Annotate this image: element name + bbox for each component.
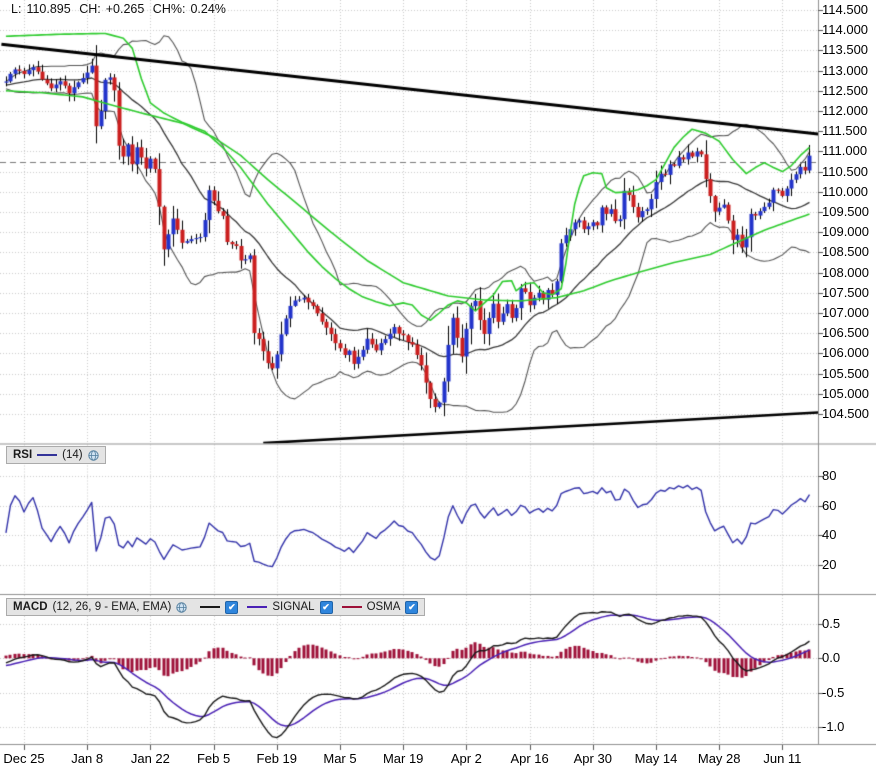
price-axis-label: 110.000 xyxy=(822,183,869,199)
date-axis-label: Jan 22 xyxy=(130,751,170,766)
date-axis-label: Mar 5 xyxy=(323,751,357,766)
change-label: CH: xyxy=(79,2,101,16)
price-axis-label: 108.500 xyxy=(822,244,869,260)
rsi-params: (14) xyxy=(62,449,83,461)
date-axis-label: Jan 8 xyxy=(71,751,104,766)
macd-title: MACD xyxy=(13,601,48,613)
osma-label: OSMA xyxy=(366,601,401,613)
rsi-axis-label: 80 xyxy=(822,468,837,483)
rsi-indicator-header[interactable]: RSI (14) xyxy=(6,446,106,464)
price-axis-label: 106.000 xyxy=(822,345,869,361)
date-axis-label: Dec 25 xyxy=(3,751,45,766)
rsi-axis-label: 20 xyxy=(822,556,837,572)
price-axis-label: 111.000 xyxy=(822,143,868,159)
price-axis-label: 105.000 xyxy=(822,385,869,401)
date-axis-label: Apr 30 xyxy=(573,751,612,766)
macd-axis-label: 0.0 xyxy=(822,650,841,666)
date-axis-label: Jun 11 xyxy=(763,751,802,766)
macd-indicator-header[interactable]: MACD (12, 26, 9 - EMA, EMA) ✔ SIGNAL ✔ O… xyxy=(6,598,426,616)
price-axis-label: 105.500 xyxy=(822,365,869,381)
price-axis-label: 107.000 xyxy=(822,305,869,320)
macd-axis-label: -0.5 xyxy=(822,684,845,700)
price-axis-label: 114.000 xyxy=(822,22,869,38)
date-axis-label: May 14 xyxy=(634,751,678,766)
last-price-label: L: xyxy=(11,2,22,16)
rsi-line-swatch xyxy=(37,454,58,456)
rsi-axis-label: 60 xyxy=(822,497,837,513)
macd-line-swatch xyxy=(200,606,221,608)
date-axis-label: Apr 2 xyxy=(450,751,482,766)
quote-summary: L: 110.895 CH: +0.265 CH%: 0.24% xyxy=(11,2,231,16)
signal-line-swatch xyxy=(247,606,268,608)
date-axis-label: Feb 5 xyxy=(196,751,231,766)
osma-checkbox[interactable]: ✔ xyxy=(405,600,419,614)
change-pct-label: CH%: xyxy=(152,2,186,16)
price-axis-label: 109.500 xyxy=(822,204,869,219)
macd-axis-label: 0.5 xyxy=(822,616,841,631)
rsi-settings-globe-icon[interactable] xyxy=(87,449,99,461)
price-axis-label: 108.000 xyxy=(822,264,869,280)
chart-canvas[interactable] xyxy=(0,0,876,771)
trading-chart-window: L: 110.895 CH: +0.265 CH%: 0.24% RSI (14) M… xyxy=(0,0,876,771)
price-axis-label: 113.000 xyxy=(822,62,869,78)
macd-settings-globe-icon[interactable] xyxy=(176,601,188,613)
date-axis-label: Mar 19 xyxy=(382,751,424,766)
last-price-value: 110.895 xyxy=(26,2,71,16)
osma-line-swatch xyxy=(341,606,362,608)
price-axis-label: 113.500 xyxy=(822,42,869,58)
macd-line-checkbox[interactable]: ✔ xyxy=(225,600,239,614)
change-pct-value: 0.24% xyxy=(190,2,226,16)
date-axis-label: May 28 xyxy=(697,751,741,766)
date-axis-label: Feb 19 xyxy=(256,751,298,766)
change-value: +0.265 xyxy=(105,2,145,16)
price-axis-label: 111.500 xyxy=(822,123,868,139)
rsi-axis-label: 40 xyxy=(822,527,837,543)
price-axis-label: 109.000 xyxy=(822,224,869,240)
price-axis-label: 107.500 xyxy=(822,284,869,300)
rsi-title: RSI xyxy=(13,449,33,461)
signal-label: SIGNAL xyxy=(272,601,315,613)
signal-checkbox[interactable]: ✔ xyxy=(319,600,333,614)
date-axis-label: Apr 16 xyxy=(510,751,549,766)
price-axis-label: 112.000 xyxy=(822,103,869,118)
macd-params: (12, 26, 9 - EMA, EMA) xyxy=(52,601,172,613)
price-axis-label: 110.500 xyxy=(822,163,869,179)
macd-axis-label: -1.0 xyxy=(822,718,845,734)
price-axis-label: 106.500 xyxy=(822,325,869,341)
price-axis-label: 104.500 xyxy=(822,406,869,421)
price-axis-label: 114.500 xyxy=(822,2,869,17)
price-axis-label: 112.500 xyxy=(822,82,869,98)
